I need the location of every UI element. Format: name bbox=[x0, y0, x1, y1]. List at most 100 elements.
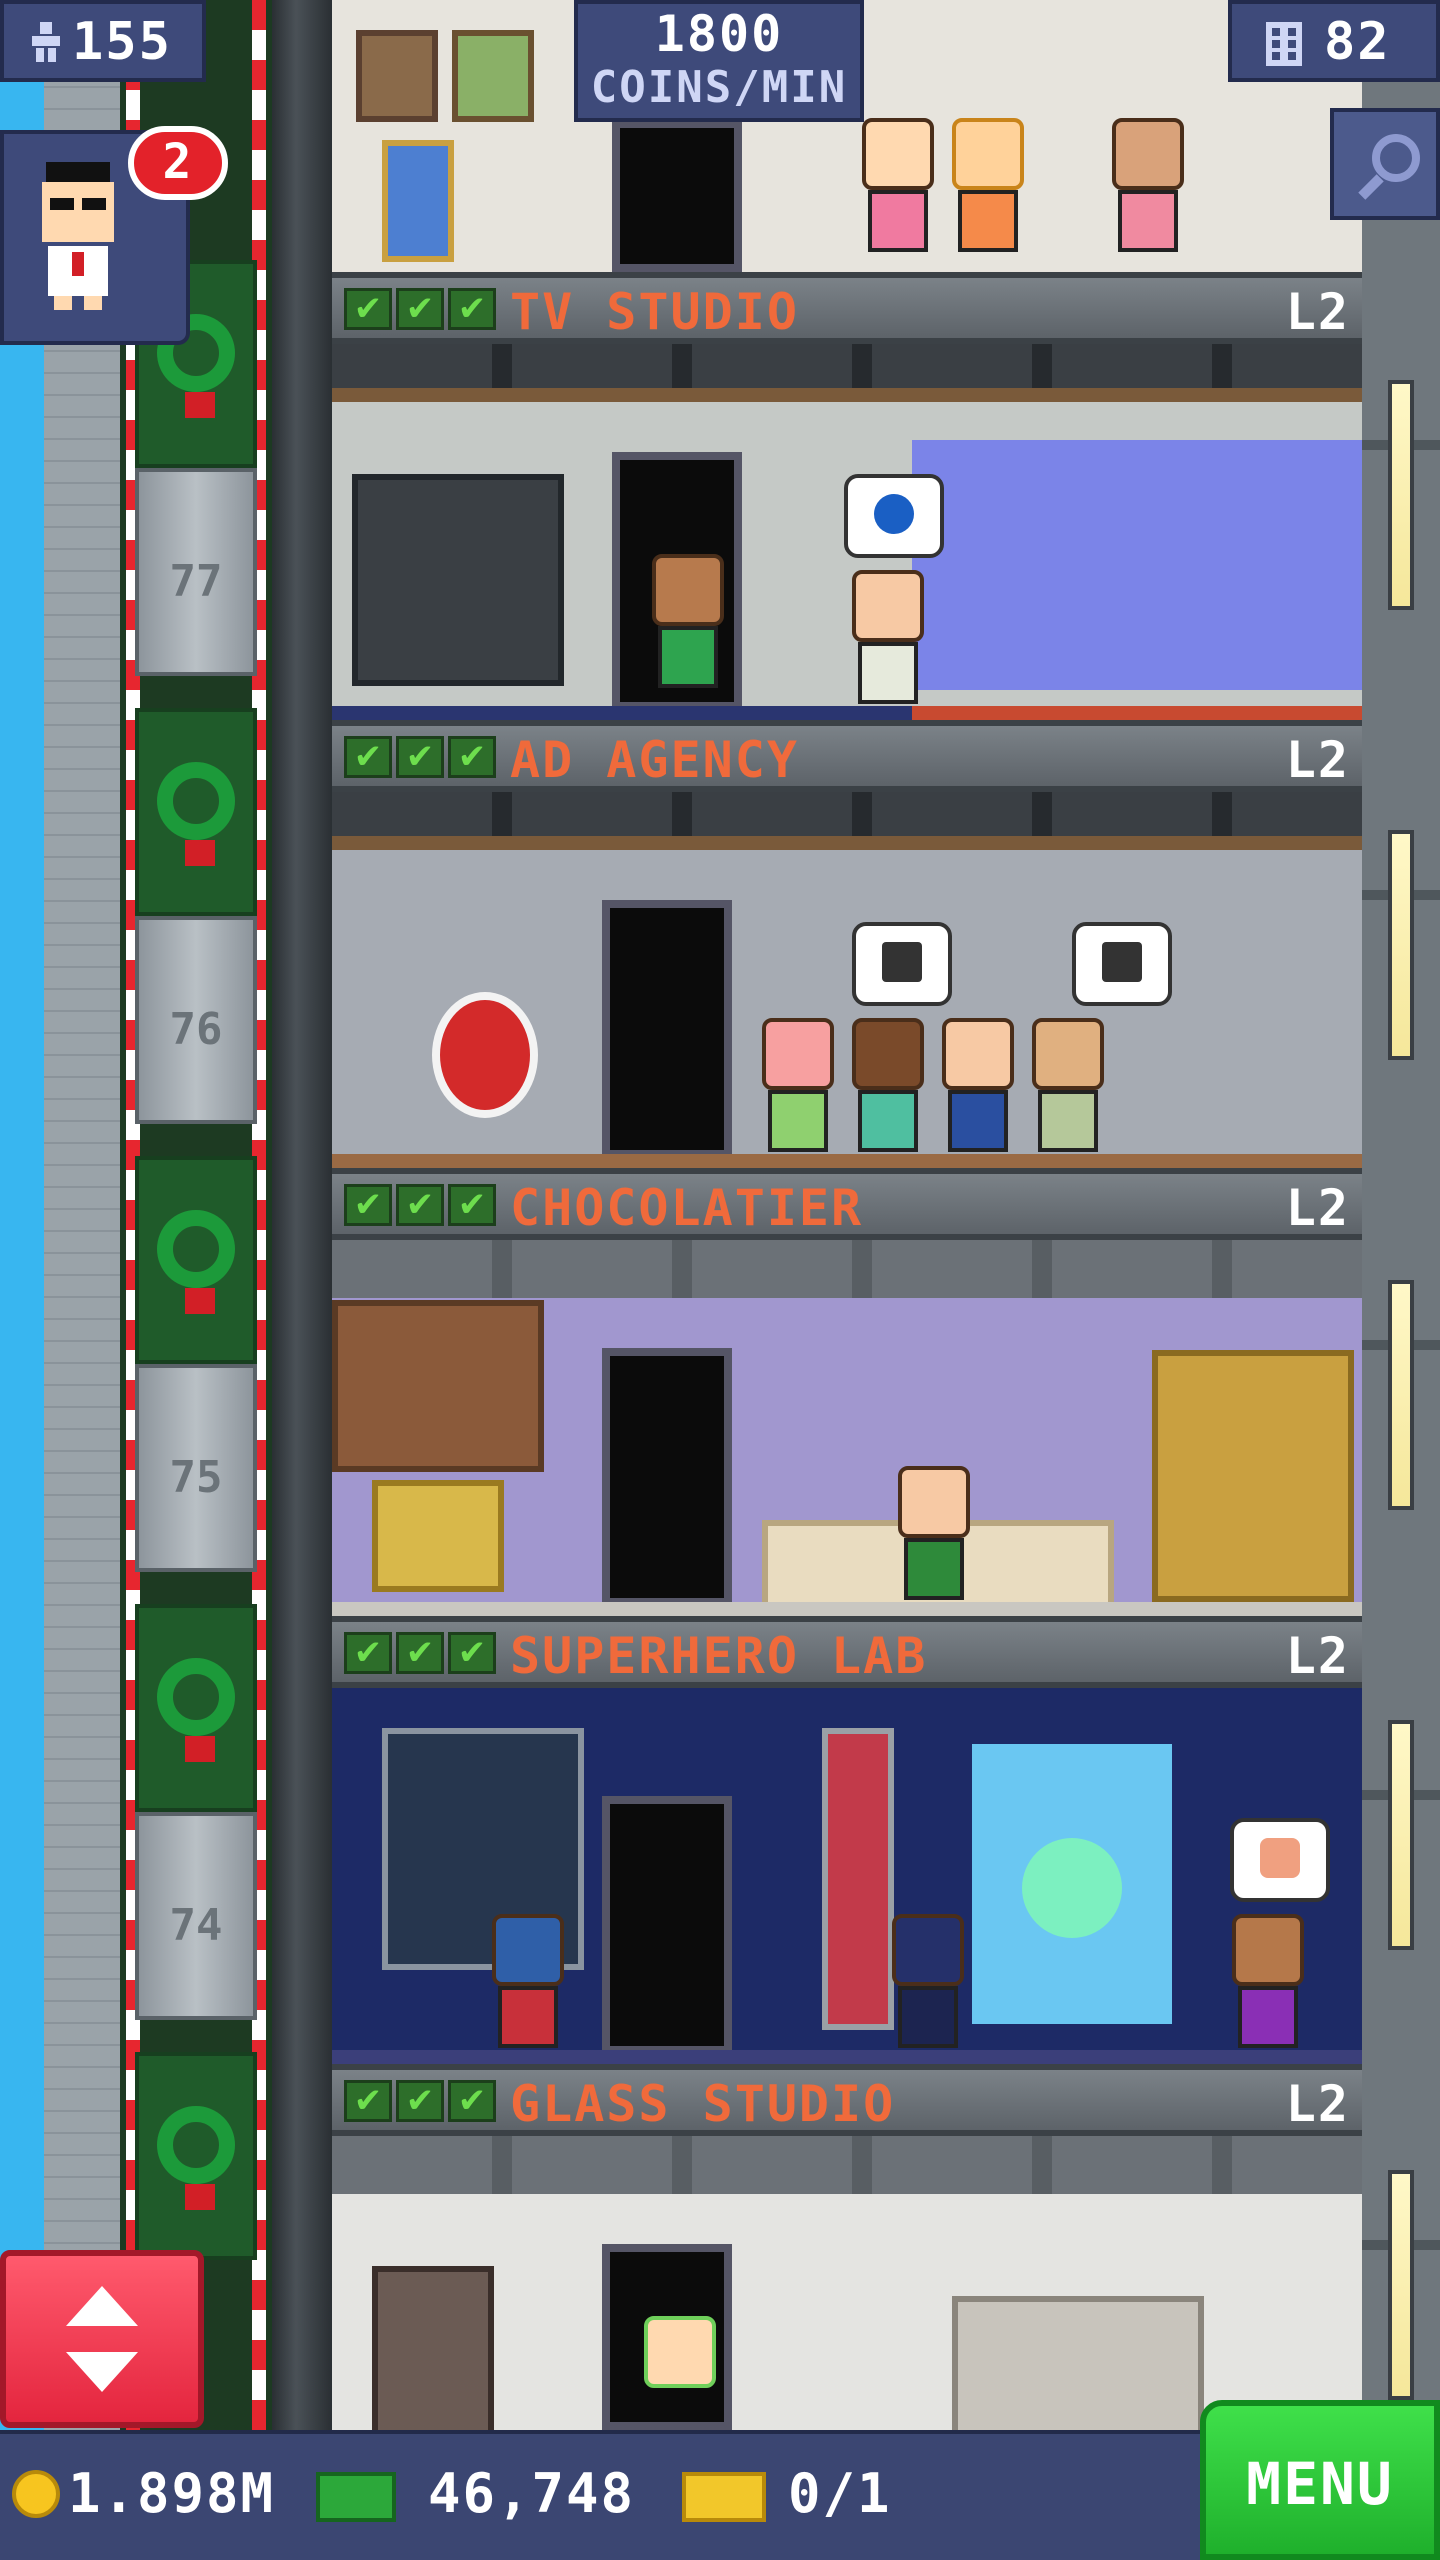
bitizen-avatar-icon bbox=[28, 162, 128, 316]
room-chocolatier[interactable] bbox=[332, 1240, 1362, 1616]
wreath-icon bbox=[157, 1658, 235, 1736]
room-tv-studio[interactable] bbox=[332, 344, 1362, 720]
ceiling-beam bbox=[332, 388, 1362, 402]
floor-checks: ✔ ✔ ✔ bbox=[344, 288, 496, 330]
dna-tube bbox=[822, 1728, 894, 2030]
picture-frame bbox=[382, 140, 454, 262]
floor-name: GLASS STUDIO bbox=[510, 2075, 896, 2133]
population-counter[interactable]: 155 bbox=[0, 0, 206, 82]
floors-count-value: 82 bbox=[1324, 12, 1391, 72]
elevator-control-button[interactable] bbox=[0, 2250, 204, 2428]
room-door bbox=[602, 1796, 732, 2054]
window-light bbox=[1388, 830, 1414, 1060]
elevator-floor-wreath bbox=[135, 1604, 257, 1812]
bux-value[interactable]: 46,748 bbox=[428, 2464, 635, 2524]
floor-checks: ✔ ✔ ✔ bbox=[344, 1184, 496, 1226]
floor-header-ad-agency[interactable]: ✔ ✔ ✔ AD AGENCY L2 bbox=[332, 720, 1362, 792]
room-floor bbox=[332, 1154, 1362, 1168]
egg-chair bbox=[432, 992, 538, 1118]
calculator-icon bbox=[1102, 942, 1142, 982]
tower-right-wall bbox=[1362, 0, 1440, 2430]
check-icon: ✔ bbox=[344, 288, 392, 330]
bitizen[interactable] bbox=[952, 118, 1024, 252]
bitizen[interactable] bbox=[1112, 118, 1184, 252]
calculator-icon bbox=[882, 942, 922, 982]
floor-name: SUPERHERO LAB bbox=[510, 1627, 928, 1685]
bow-icon bbox=[185, 392, 215, 418]
floor-name: CHOCOLATIER bbox=[510, 1179, 864, 1237]
thought-bubble[interactable] bbox=[844, 474, 944, 558]
elevator-floor-number[interactable]: 77 bbox=[135, 468, 257, 676]
bitizen[interactable] bbox=[1232, 1914, 1304, 2048]
room-ceiling bbox=[332, 1240, 1362, 1298]
check-icon: ✔ bbox=[344, 2080, 392, 2122]
tickets-value[interactable]: 0/1 bbox=[788, 2464, 892, 2524]
bitizen[interactable] bbox=[492, 1914, 564, 2048]
menu-button[interactable]: MENU bbox=[1200, 2400, 1440, 2560]
picture-frame bbox=[452, 30, 534, 122]
sky-strip bbox=[0, 0, 44, 2430]
floor-checks: ✔ ✔ ✔ bbox=[344, 736, 496, 778]
thought-bubble[interactable] bbox=[1072, 922, 1172, 1006]
elevator-floor-number[interactable]: 76 bbox=[135, 916, 257, 1124]
coins-rate-value: 1800 bbox=[654, 5, 784, 63]
room-glass-studio[interactable] bbox=[332, 2136, 1362, 2430]
bitizen[interactable] bbox=[1032, 1018, 1104, 1152]
bitizen[interactable] bbox=[644, 2316, 716, 2388]
room-door bbox=[602, 1348, 732, 1606]
room-ad-agency[interactable] bbox=[332, 792, 1362, 1168]
wreath-icon bbox=[157, 762, 235, 840]
elevator-floor-wreath bbox=[135, 2052, 257, 2260]
elevator-floor-wreath bbox=[135, 708, 257, 916]
ceiling-beam bbox=[332, 836, 1362, 850]
elevator-floor-number[interactable]: 74 bbox=[135, 1812, 257, 2020]
wreath-icon bbox=[157, 1210, 235, 1288]
thought-bubble[interactable] bbox=[852, 922, 952, 1006]
check-icon: ✔ bbox=[448, 1632, 496, 1674]
floor-header-chocolatier[interactable]: ✔ ✔ ✔ CHOCOLATIER L2 bbox=[332, 1168, 1362, 1240]
bitizen[interactable] bbox=[852, 570, 924, 704]
bitizen[interactable] bbox=[862, 118, 934, 252]
elevator-floor-number[interactable]: 75 bbox=[135, 1364, 257, 1572]
room-floor bbox=[332, 1602, 1362, 1616]
floor-header-glass-studio[interactable]: ✔ ✔ ✔ GLASS STUDIO L2 bbox=[332, 2064, 1362, 2136]
bow-icon bbox=[185, 2184, 215, 2210]
tower-outer-wall bbox=[44, 0, 120, 2430]
floor-level: L2 bbox=[1285, 731, 1350, 789]
bandage-icon bbox=[1260, 1838, 1300, 1878]
check-icon: ✔ bbox=[396, 288, 444, 330]
search-floor-button[interactable] bbox=[1330, 108, 1440, 220]
check-icon: ✔ bbox=[448, 288, 496, 330]
floor-checks: ✔ ✔ ✔ bbox=[344, 1632, 496, 1674]
bitizen[interactable] bbox=[652, 554, 724, 688]
glass-shelf bbox=[952, 2296, 1204, 2430]
check-icon: ✔ bbox=[344, 1184, 392, 1226]
window-light bbox=[1388, 380, 1414, 610]
bitizen[interactable] bbox=[892, 1914, 964, 2048]
picture-frame bbox=[356, 30, 438, 122]
room-superhero-lab[interactable] bbox=[332, 1688, 1362, 2064]
bitizen[interactable] bbox=[852, 1018, 924, 1152]
check-icon: ✔ bbox=[344, 1632, 392, 1674]
building-icon bbox=[1262, 22, 1306, 70]
menu-label: MENU bbox=[1246, 2450, 1394, 2518]
magnifier-icon bbox=[1354, 130, 1426, 206]
notification-badge: 2 bbox=[128, 126, 228, 200]
window-light bbox=[1388, 2170, 1414, 2400]
coins-value[interactable]: 1.898M bbox=[68, 2464, 275, 2524]
bitizen[interactable] bbox=[898, 1466, 970, 1600]
floor-header-tv-studio[interactable]: ✔ ✔ ✔ TV STUDIO L2 bbox=[332, 272, 1362, 344]
bitizen[interactable] bbox=[942, 1018, 1014, 1152]
chocolate-vat bbox=[372, 1480, 504, 1592]
floors-counter[interactable]: 82 bbox=[1228, 0, 1440, 82]
room-door bbox=[602, 900, 732, 1158]
studio-stage bbox=[912, 706, 1362, 720]
thought-bubble[interactable] bbox=[1230, 1818, 1330, 1902]
person-icon bbox=[28, 22, 64, 62]
floor-header-superhero-lab[interactable]: ✔ ✔ ✔ SUPERHERO LAB L2 bbox=[332, 1616, 1362, 1688]
bitizen[interactable] bbox=[762, 1018, 834, 1152]
ticket-icon bbox=[682, 2472, 766, 2522]
control-console bbox=[352, 474, 564, 686]
floor-name: AD AGENCY bbox=[510, 731, 799, 789]
floor-level: L2 bbox=[1285, 283, 1350, 341]
